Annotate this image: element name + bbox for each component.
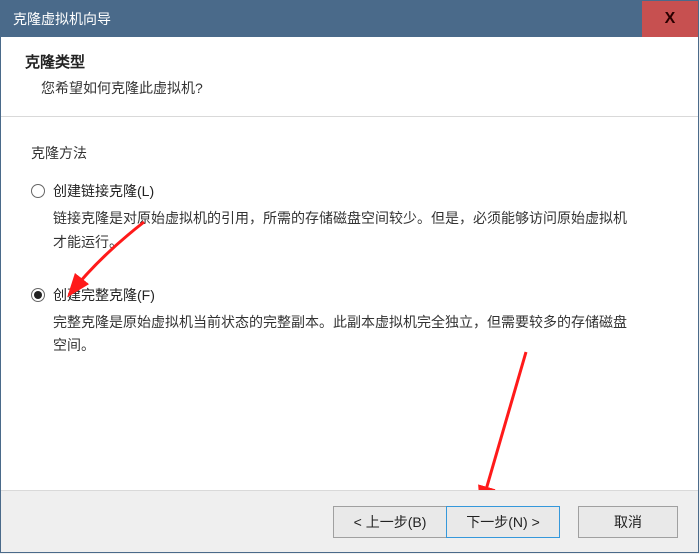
cancel-button[interactable]: 取消 xyxy=(578,506,678,538)
radio-full-desc: 完整克隆是原始虚拟机当前状态的完整副本。此副本虚拟机完全独立，但需要较多的存储磁… xyxy=(53,311,633,359)
next-button[interactable]: 下一步(N) > xyxy=(446,506,560,538)
back-button[interactable]: < 上一步(B) xyxy=(333,506,447,538)
header-subtitle: 您希望如何克隆此虚拟机? xyxy=(41,78,674,98)
button-label: 下一步(N) > xyxy=(466,512,540,532)
titlebar: 克隆虚拟机向导 X xyxy=(1,1,698,37)
radio-icon xyxy=(31,184,45,198)
radio-full-clone[interactable]: 创建完整克隆(F) xyxy=(31,285,668,305)
dialog-footer: < 上一步(B) 下一步(N) > 取消 xyxy=(1,490,698,552)
radio-icon xyxy=(31,288,45,302)
close-icon: X xyxy=(665,10,676,28)
button-label: 取消 xyxy=(614,512,642,532)
clone-wizard-dialog: 克隆虚拟机向导 X 克隆类型 您希望如何克隆此虚拟机? 克隆方法 创建链接克隆(… xyxy=(0,0,699,553)
radio-label: 创建完整克隆(F) xyxy=(53,285,155,305)
group-label: 克隆方法 xyxy=(31,143,668,163)
close-button[interactable]: X xyxy=(642,1,698,37)
dialog-header: 克隆类型 您希望如何克隆此虚拟机? xyxy=(1,37,698,117)
radio-linked-desc: 链接克隆是对原始虚拟机的引用，所需的存储磁盘空间较少。但是，必须能够访问原始虚拟… xyxy=(53,207,633,255)
radio-label: 创建链接克隆(L) xyxy=(53,181,154,201)
header-title: 克隆类型 xyxy=(25,51,674,72)
titlebar-title: 克隆虚拟机向导 xyxy=(13,9,111,29)
button-label: < 上一步(B) xyxy=(354,512,427,532)
radio-linked-clone[interactable]: 创建链接克隆(L) xyxy=(31,181,668,201)
dialog-content: 克隆方法 创建链接克隆(L) 链接克隆是对原始虚拟机的引用，所需的存储磁盘空间较… xyxy=(1,117,698,497)
